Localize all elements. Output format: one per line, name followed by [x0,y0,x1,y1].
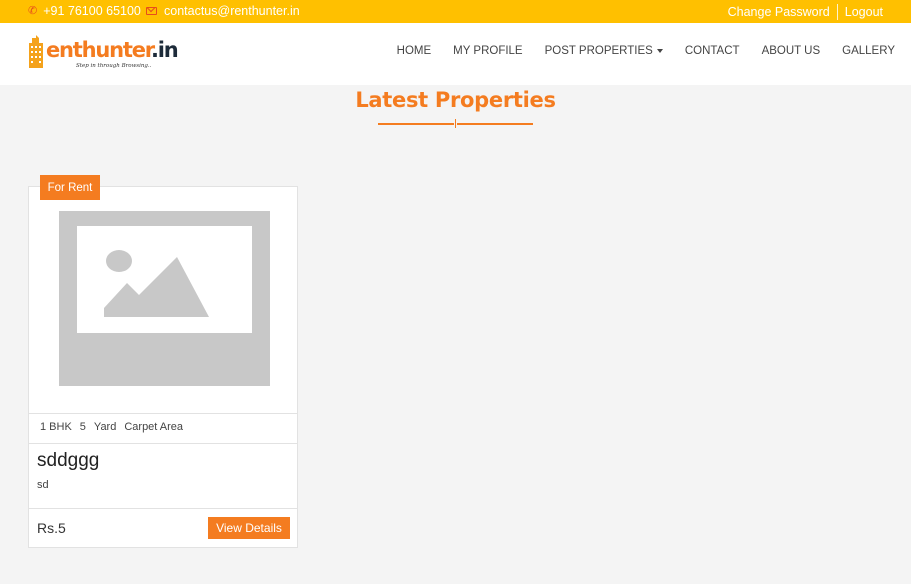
top-bar: ✆ +91 76100 65100 contactus@renthunter.i… [0,0,911,23]
property-title[interactable]: sddggg [37,450,99,472]
nav-my-profile[interactable]: MY PROFILE [453,45,522,57]
account-links: Change Password Logout [728,4,883,20]
brand-name-suffix: .in [150,38,179,62]
brand-tagline: Step in through Browsing.. [76,63,152,69]
area-unit: Yard [93,421,117,433]
image-placeholder-icon [59,211,270,386]
email-contact[interactable]: contactus@renthunter.in [146,4,300,18]
phone-contact[interactable]: ✆ +91 76100 65100 [28,4,141,18]
nav-home[interactable]: HOME [397,45,432,57]
caret-down-icon [656,49,663,53]
logout-link[interactable]: Logout [845,5,883,19]
building-logo-icon [29,35,43,68]
brand-name: enthunter.in [46,38,179,62]
property-price: Rs.5 [37,520,66,536]
brand-logo[interactable]: enthunter.in Step in through Browsing.. [28,33,179,75]
card-divider [29,508,297,509]
area-type: Carpet Area [124,421,184,433]
listing-type-badge: For Rent [40,175,100,200]
nav-contact[interactable]: CONTACT [685,45,740,57]
nav-post-properties[interactable]: POST PROPERTIES [545,45,663,57]
email-address: contactus@renthunter.in [164,4,300,18]
section-title: Latest Properties [355,88,556,112]
brand-name-main: enthunter [46,38,152,62]
divider-tick [454,119,457,128]
area-value: 5 [79,421,86,433]
property-description: sd [37,479,49,491]
phone-icon: ✆ [28,4,38,17]
divider [836,4,838,20]
property-card[interactable]: For Rent 1 BHK 5 Yard Carpet Area sddggg… [28,175,298,548]
nav-post-properties-label: POST PROPERTIES [544,45,653,57]
main-nav: HOME MY PROFILE POST PROPERTIES CONTACT … [375,45,895,57]
nav-gallery[interactable]: GALLERY [842,45,895,57]
change-password-link[interactable]: Change Password [728,5,830,19]
title-divider [378,119,533,128]
site-header: enthunter.in Step in through Browsing.. … [0,23,911,85]
property-specs: 1 BHK 5 Yard Carpet Area [29,413,297,444]
phone-number: +91 76100 65100 [43,4,141,18]
nav-about-us[interactable]: ABOUT US [762,45,821,57]
bhk-value: 1 BHK [40,421,72,433]
envelope-icon [146,7,157,15]
view-details-button[interactable]: View Details [208,517,290,539]
